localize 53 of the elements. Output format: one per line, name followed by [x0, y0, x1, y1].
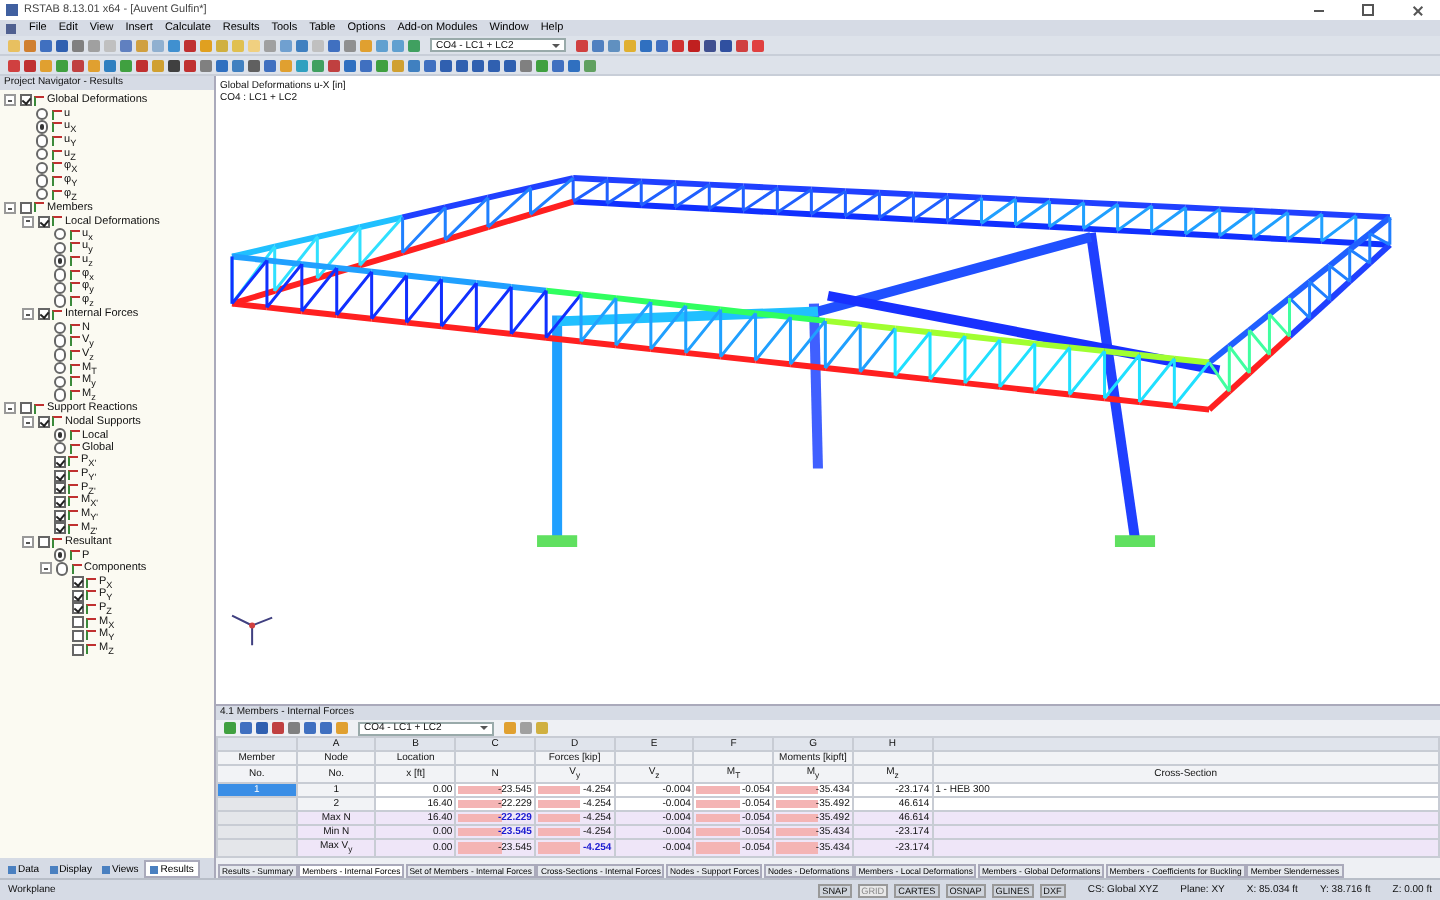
radio-button[interactable]	[35, 120, 48, 134]
radio-button[interactable]	[35, 134, 48, 148]
app-icon	[6, 4, 18, 16]
checkbox[interactable]	[53, 522, 65, 535]
checkbox[interactable]	[37, 536, 49, 549]
radio-button[interactable]	[53, 227, 66, 241]
collapse-toggle[interactable]	[22, 415, 34, 428]
radio-button[interactable]	[53, 281, 66, 295]
radio-button[interactable]	[35, 174, 48, 188]
checkbox[interactable]	[37, 308, 49, 321]
checkbox[interactable]	[53, 495, 65, 508]
radio-button[interactable]	[55, 562, 68, 576]
radio-button[interactable]	[53, 388, 66, 402]
checkbox[interactable]	[19, 402, 31, 415]
radio-button[interactable]	[35, 161, 48, 175]
radio-button[interactable]	[35, 147, 48, 161]
checkbox[interactable]	[53, 482, 65, 495]
collapse-toggle[interactable]	[4, 201, 16, 214]
checkbox[interactable]	[71, 643, 83, 656]
radio-button[interactable]	[53, 268, 66, 282]
radio-button[interactable]	[53, 321, 66, 335]
radio-button[interactable]	[53, 548, 66, 562]
radio-button[interactable]	[53, 294, 66, 308]
checkbox[interactable]	[19, 201, 31, 214]
document-icon	[6, 23, 16, 33]
radio-button[interactable]	[53, 361, 66, 375]
checkbox[interactable]	[71, 602, 83, 615]
radio-button[interactable]	[53, 348, 66, 362]
radio-button[interactable]	[35, 107, 48, 121]
collapse-toggle[interactable]	[22, 308, 34, 321]
collapse-toggle[interactable]	[22, 536, 34, 549]
checkbox[interactable]	[71, 616, 83, 629]
radio-button[interactable]	[53, 375, 66, 389]
collapse-toggle[interactable]	[4, 94, 16, 107]
collapse-toggle[interactable]	[40, 562, 52, 575]
collapse-toggle[interactable]	[4, 402, 16, 415]
radio-button[interactable]	[53, 241, 66, 255]
axis-icon	[231, 614, 274, 647]
checkbox[interactable]	[53, 509, 65, 522]
checkbox[interactable]	[53, 469, 65, 482]
checkbox[interactable]	[37, 215, 49, 228]
checkbox[interactable]	[71, 589, 83, 602]
radio-button[interactable]	[53, 334, 66, 348]
checkbox[interactable]	[71, 576, 83, 589]
radio-button[interactable]	[35, 187, 48, 201]
radio-button[interactable]	[53, 254, 66, 268]
checkbox[interactable]	[19, 94, 31, 107]
checkbox[interactable]	[53, 455, 65, 468]
collapse-toggle[interactable]	[22, 215, 34, 228]
radio-button[interactable]	[53, 441, 66, 455]
checkbox[interactable]	[37, 415, 49, 428]
radio-button[interactable]	[53, 428, 66, 442]
checkbox[interactable]	[71, 629, 83, 642]
